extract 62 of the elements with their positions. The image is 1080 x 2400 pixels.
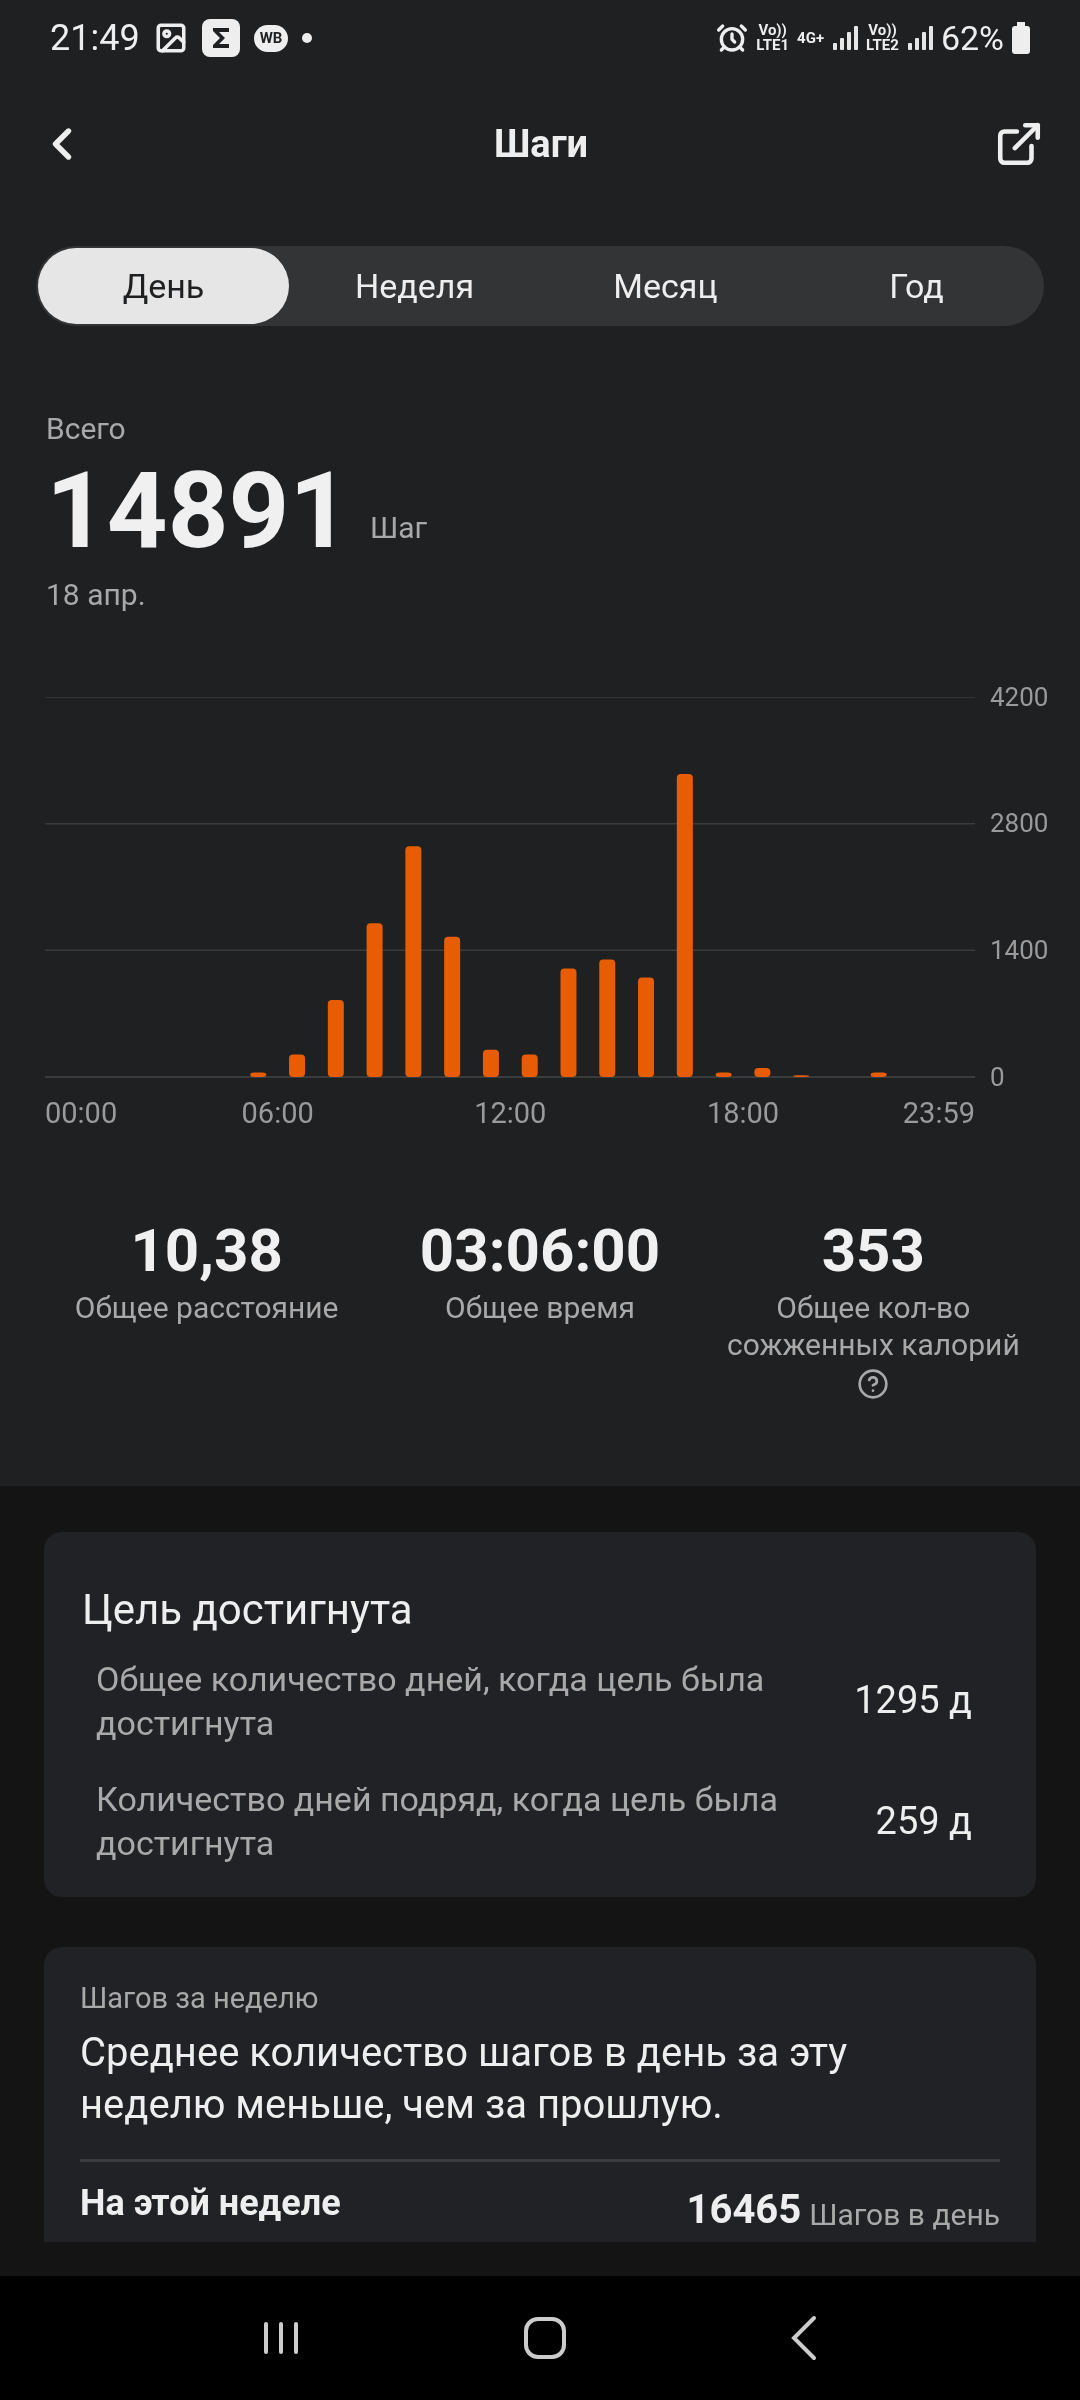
chart-bar xyxy=(870,1072,887,1077)
period-tab[interactable]: День xyxy=(38,248,289,324)
axis-label: 1400 xyxy=(990,936,1049,963)
signal-icon xyxy=(906,25,933,51)
network-label: LTE2 xyxy=(866,38,899,53)
weekly-average: 16465 xyxy=(686,2189,802,2230)
period-tab[interactable]: Год xyxy=(791,248,1042,324)
chart-bar xyxy=(482,1049,499,1077)
axis-label: 18:00 xyxy=(706,1098,780,1128)
axis-label: 12:00 xyxy=(474,1098,547,1128)
axis-label: 2800 xyxy=(990,810,1049,837)
volte-label: Vo)) xyxy=(758,23,787,38)
stat-description: Общее количество дней, когда цель была достигнута xyxy=(96,1657,766,1745)
chart-bar xyxy=(289,1053,306,1077)
stat-value: 03:06:00 xyxy=(419,1214,661,1287)
dot-icon xyxy=(302,33,313,43)
network-label: 4G+ xyxy=(797,30,825,46)
period-tab[interactable]: Неделя xyxy=(289,248,540,324)
stat-value: 10,38 xyxy=(130,1214,283,1287)
average-unit: Шагов в день xyxy=(809,2199,1000,2230)
chart-bar xyxy=(754,1067,771,1077)
network-label: LTE1 xyxy=(756,38,790,53)
days-count: 259 д xyxy=(875,1797,972,1845)
chart-bar xyxy=(715,1072,732,1077)
chart-bar xyxy=(793,1074,810,1077)
page-title: Шаги xyxy=(493,120,589,168)
stat-label: Общее кол-во сожженных калорий xyxy=(725,1288,1021,1364)
card-caption: Шагов за неделю xyxy=(80,1980,320,2018)
row-label: На этой неделе xyxy=(80,2180,341,2226)
axis-label: 4200 xyxy=(990,683,1049,710)
home-icon xyxy=(523,2316,567,2360)
axis-label: 0 xyxy=(990,1063,1005,1090)
clock: 21:49 xyxy=(50,16,140,61)
stat-label: Общее время xyxy=(445,1288,635,1327)
volte-label: Vo)) xyxy=(868,23,897,38)
stat-value: 353 xyxy=(821,1214,925,1287)
picture-icon xyxy=(153,21,188,55)
axis-label: 00:00 xyxy=(45,1098,118,1128)
app-badge: WB xyxy=(253,24,289,52)
signal-icon xyxy=(832,25,859,51)
stat-description: Количество дней подряд, когда цель была достигнута xyxy=(96,1777,779,1866)
steps-unit: Шаг xyxy=(370,508,428,547)
total-steps: 14891 xyxy=(46,453,351,570)
card-title: Цель достигнута xyxy=(82,1583,414,1636)
back-nav-button[interactable] xyxy=(789,2315,819,2361)
sigma-icon xyxy=(201,19,240,57)
help-icon[interactable] xyxy=(857,1367,890,1400)
period-tab[interactable]: Месяц xyxy=(540,248,791,324)
back-icon xyxy=(789,2315,819,2361)
axis-label: 23:59 xyxy=(902,1098,975,1128)
days-count: 1295 д xyxy=(854,1677,972,1725)
axis-label: 06:00 xyxy=(241,1098,314,1128)
chart-bar xyxy=(521,1053,538,1077)
alarm-icon xyxy=(716,22,749,54)
total-label: Всего xyxy=(46,410,127,448)
home-button[interactable] xyxy=(523,2316,567,2360)
battery-icon xyxy=(1012,22,1030,54)
date-label: 18 апр. xyxy=(46,575,147,614)
chart-bar xyxy=(250,1072,267,1077)
stat-label: Общее расстояние xyxy=(74,1288,339,1327)
week-message: Среднее количество шагов в день за эту неделю меньше, чем за прошлую. xyxy=(80,2027,849,2130)
battery-percent: 62% xyxy=(940,16,1004,60)
